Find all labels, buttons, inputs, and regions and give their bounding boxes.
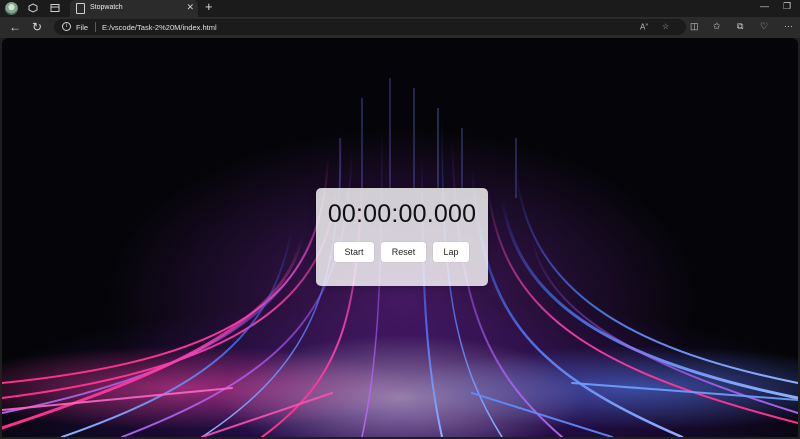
favorites-icon[interactable]: ✩ xyxy=(713,21,721,32)
minimize-icon[interactable]: — xyxy=(760,1,769,11)
start-button[interactable]: Start xyxy=(334,242,374,262)
star-icon[interactable]: ☆ xyxy=(662,22,669,31)
split-screen-icon[interactable]: ◫ xyxy=(690,21,699,32)
info-icon[interactable]: i xyxy=(62,22,71,31)
page-icon xyxy=(76,3,85,14)
page-viewport: 00:00:00.000 Start Reset Lap xyxy=(2,38,798,437)
tab-bar: Stopwatch ✕ + — ❐ xyxy=(0,0,800,17)
restore-icon[interactable]: ❐ xyxy=(783,1,791,12)
workspaces-icon[interactable] xyxy=(26,1,40,15)
tab-title: Stopwatch xyxy=(90,4,123,11)
read-aloud-icon[interactable]: A» xyxy=(640,22,648,32)
tab-stopwatch[interactable]: Stopwatch ✕ xyxy=(70,0,198,17)
scheme-label: File xyxy=(76,23,89,32)
lap-button[interactable]: Lap xyxy=(433,242,469,262)
divider xyxy=(95,22,96,32)
address-bar[interactable]: i File E:/vscode/Task-2%20M/index.html A… xyxy=(54,19,686,35)
reset-button[interactable]: Reset xyxy=(381,242,426,262)
collections-icon[interactable]: ⧉ xyxy=(737,21,743,32)
browser-essentials-icon[interactable]: ♡ xyxy=(760,21,768,32)
close-icon[interactable]: ✕ xyxy=(186,2,194,13)
stopwatch-panel: 00:00:00.000 Start Reset Lap xyxy=(316,188,488,286)
refresh-icon[interactable]: ↻ xyxy=(32,20,42,34)
profile-avatar-icon[interactable] xyxy=(5,2,18,15)
browser-toolbar: ← ↻ i File E:/vscode/Task-2%20M/index.ht… xyxy=(0,17,800,38)
url-text[interactable]: E:/vscode/Task-2%20M/index.html xyxy=(102,23,217,32)
stopwatch-display: 00:00:00.000 xyxy=(327,200,477,228)
plus-icon[interactable]: + xyxy=(205,0,213,14)
back-arrow-icon[interactable]: ← xyxy=(9,20,21,34)
tab-actions-icon[interactable] xyxy=(48,1,62,15)
more-icon[interactable]: ··· xyxy=(784,21,793,31)
